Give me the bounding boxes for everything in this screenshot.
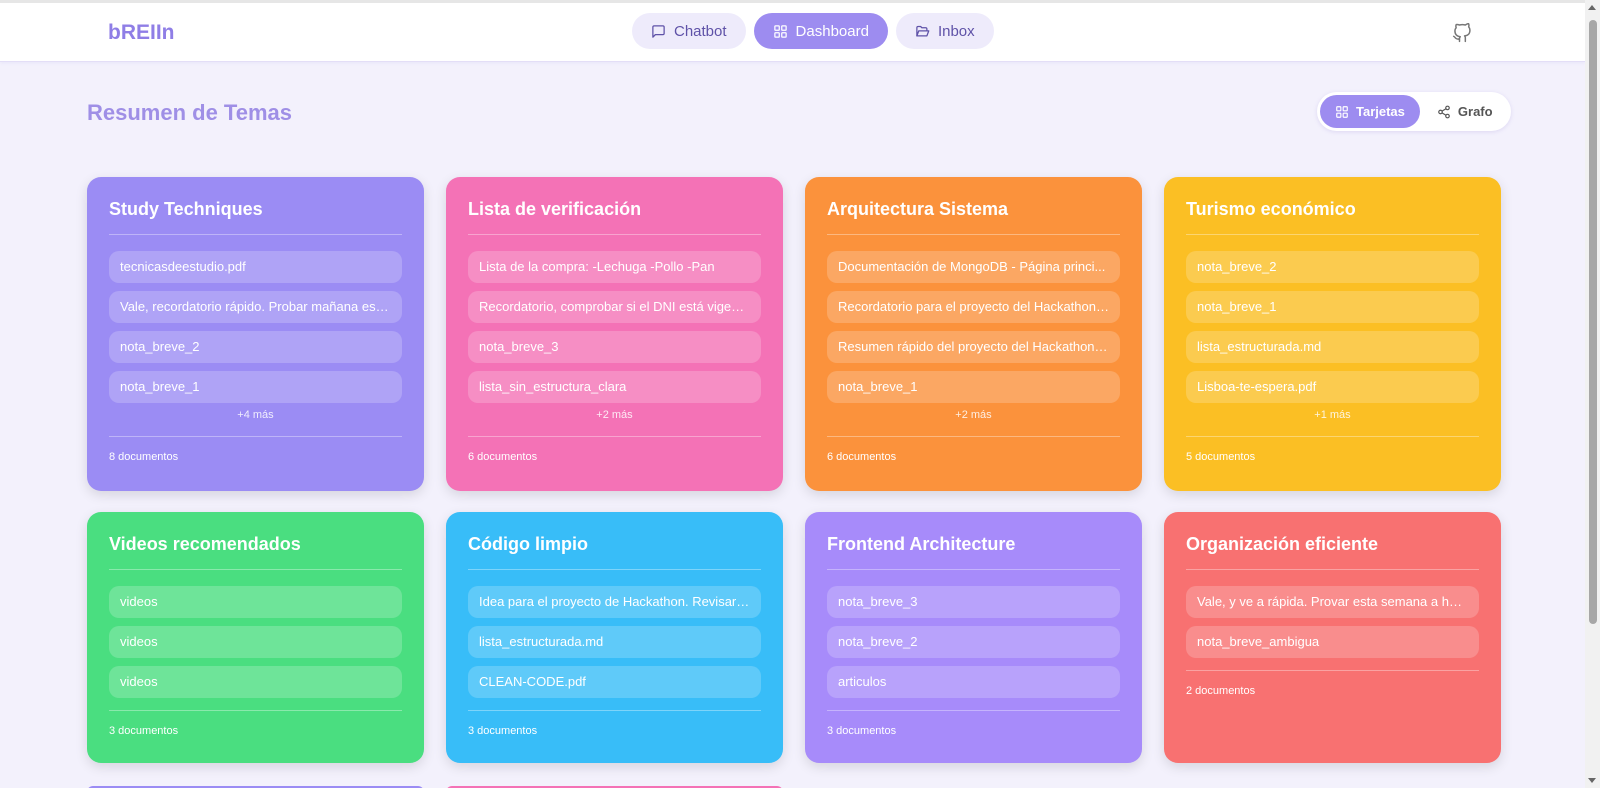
doc-list: videos videos videos — [109, 586, 402, 698]
topic-card[interactable]: Study Techniques tecnicasdeestudio.pdf V… — [87, 177, 424, 491]
doc-item[interactable]: Recordatorio para el proyecto del Hackat… — [827, 291, 1120, 323]
doc-item[interactable]: Idea para el proyecto de Hackathon. Revi… — [468, 586, 761, 618]
doc-item[interactable]: nota_breve_2 — [109, 331, 402, 363]
more-count: +4 más — [237, 409, 274, 421]
view-toggle: Tarjetas Grafo — [1317, 92, 1511, 131]
message-square-icon — [652, 24, 665, 38]
view-graph-label: Grafo — [1457, 104, 1493, 119]
doc-item[interactable]: Vale, y ve a rápida. Provar esta semana … — [1186, 586, 1479, 618]
doc-count: 5 documentos — [1186, 436, 1479, 484]
nav-dashboard-button[interactable]: Dashboard — [753, 13, 888, 49]
page-scrollbar[interactable] — [1585, 0, 1600, 788]
doc-count: 6 documentos — [468, 436, 761, 484]
doc-item[interactable]: videos — [109, 626, 402, 658]
folder-open-icon — [916, 25, 930, 36]
doc-item[interactable]: nota_breve_1 — [109, 371, 402, 403]
layout-grid-icon — [773, 24, 787, 38]
card-title: Organización eficiente — [1186, 534, 1479, 570]
doc-item[interactable]: videos — [109, 666, 402, 698]
doc-item[interactable]: CLEAN-CODE.pdf — [468, 666, 761, 698]
topic-card[interactable]: Videos recomendados videos videos videos… — [87, 512, 424, 763]
card-title: Turismo económico — [1186, 199, 1479, 235]
doc-list: Lista de la compra: -Lechuga -Pollo -Pan… — [468, 251, 761, 403]
doc-item[interactable]: nota_breve_2 — [1186, 251, 1479, 283]
more-count: +2 más — [596, 409, 633, 421]
more-count: +2 más — [955, 409, 992, 421]
doc-item[interactable]: lista_sin_estructura_clara — [468, 371, 761, 403]
card-title: Videos recomendados — [109, 534, 402, 570]
doc-item[interactable]: nota_breve_1 — [827, 371, 1120, 403]
doc-list: nota_breve_2 nota_breve_1 lista_estructu… — [1186, 251, 1479, 403]
view-graph-button[interactable]: Grafo — [1422, 95, 1508, 128]
doc-count: 3 documentos — [468, 710, 761, 758]
doc-item[interactable]: lista_estructurada.md — [468, 626, 761, 658]
card-title: Arquitectura Sistema — [827, 199, 1120, 235]
app-logo[interactable]: bREIIn — [108, 21, 175, 45]
doc-list: Idea para el proyecto de Hackathon. Revi… — [468, 586, 761, 698]
topic-card[interactable]: Turismo económico nota_breve_2 nota_brev… — [1164, 177, 1501, 491]
doc-item[interactable]: nota_breve_3 — [827, 586, 1120, 618]
topic-card[interactable]: Código limpio Idea para el proyecto de H… — [446, 512, 783, 763]
doc-item[interactable]: videos — [109, 586, 402, 618]
doc-item[interactable]: nota_breve_ambigua — [1186, 626, 1479, 658]
nav-chatbot-button[interactable]: Chatbot — [632, 13, 746, 49]
card-title: Frontend Architecture — [827, 534, 1120, 570]
doc-list: tecnicasdeestudio.pdf Vale, recordatorio… — [109, 251, 402, 403]
doc-count: 6 documentos — [827, 436, 1120, 484]
doc-list: Vale, y ve a rápida. Provar esta semana … — [1186, 586, 1479, 658]
view-cards-button[interactable]: Tarjetas — [1320, 95, 1420, 128]
card-title: Lista de verificación — [468, 199, 761, 235]
page-title: Resumen de Temas — [87, 100, 293, 125]
doc-item[interactable]: Lista de la compra: -Lechuga -Pollo -Pan — [468, 251, 761, 283]
doc-item[interactable]: nota_breve_3 — [468, 331, 761, 363]
doc-item[interactable]: nota_breve_1 — [1186, 291, 1479, 323]
doc-item[interactable]: nota_breve_2 — [827, 626, 1120, 658]
nav-chatbot-label: Chatbot — [674, 22, 727, 40]
doc-item[interactable]: Resumen rápido del proyecto del Hackatho… — [827, 331, 1120, 363]
topic-card[interactable]: Frontend Architecture nota_breve_3 nota_… — [805, 512, 1142, 763]
scroll-thumb[interactable] — [1589, 20, 1597, 624]
scroll-down-icon[interactable] — [1588, 778, 1596, 783]
share-icon — [1438, 105, 1450, 118]
layout-grid-icon — [1336, 105, 1348, 118]
nav-inbox-label: Inbox — [937, 22, 975, 40]
doc-list: nota_breve_3 nota_breve_2 articulos — [827, 586, 1120, 698]
topic-card[interactable]: Lista de verificación Lista de la compra… — [446, 177, 783, 491]
main-nav: Chatbot Dashboard Inbox — [632, 13, 994, 49]
doc-item[interactable]: articulos — [827, 666, 1120, 698]
doc-item[interactable]: Documentación de MongoDB - Página princi… — [827, 251, 1120, 283]
topic-card[interactable]: Organización eficiente Vale, y ve a rápi… — [1164, 512, 1501, 763]
doc-item[interactable]: Lisboa-te-espera.pdf — [1186, 371, 1479, 403]
card-title: Código limpio — [468, 534, 761, 570]
doc-item[interactable]: tecnicasdeestudio.pdf — [109, 251, 402, 283]
doc-count: 8 documentos — [109, 436, 402, 484]
doc-count: 3 documentos — [109, 710, 402, 758]
card-title: Study Techniques — [109, 199, 402, 235]
doc-count: 2 documentos — [1186, 670, 1479, 718]
top-header: bREIIn Chatbot Dashboard Inbox — [0, 0, 1585, 62]
doc-item[interactable]: Vale, recordatorio rápido. Probar mañana… — [109, 291, 402, 323]
nav-dashboard-label: Dashboard — [795, 22, 869, 40]
github-icon[interactable] — [1452, 23, 1472, 43]
doc-item[interactable]: Recordatorio, comprobar si el DNI está v… — [468, 291, 761, 323]
nav-inbox-button[interactable]: Inbox — [895, 13, 994, 49]
more-count: +1 más — [1314, 409, 1351, 421]
doc-item[interactable]: lista_estructurada.md — [1186, 331, 1479, 363]
topic-card[interactable]: Arquitectura Sistema Documentación de Mo… — [805, 177, 1142, 491]
view-cards-label: Tarjetas — [1356, 104, 1405, 119]
doc-list: Documentación de MongoDB - Página princi… — [827, 251, 1120, 403]
doc-count: 3 documentos — [827, 710, 1120, 758]
scroll-up-icon[interactable] — [1588, 5, 1596, 10]
